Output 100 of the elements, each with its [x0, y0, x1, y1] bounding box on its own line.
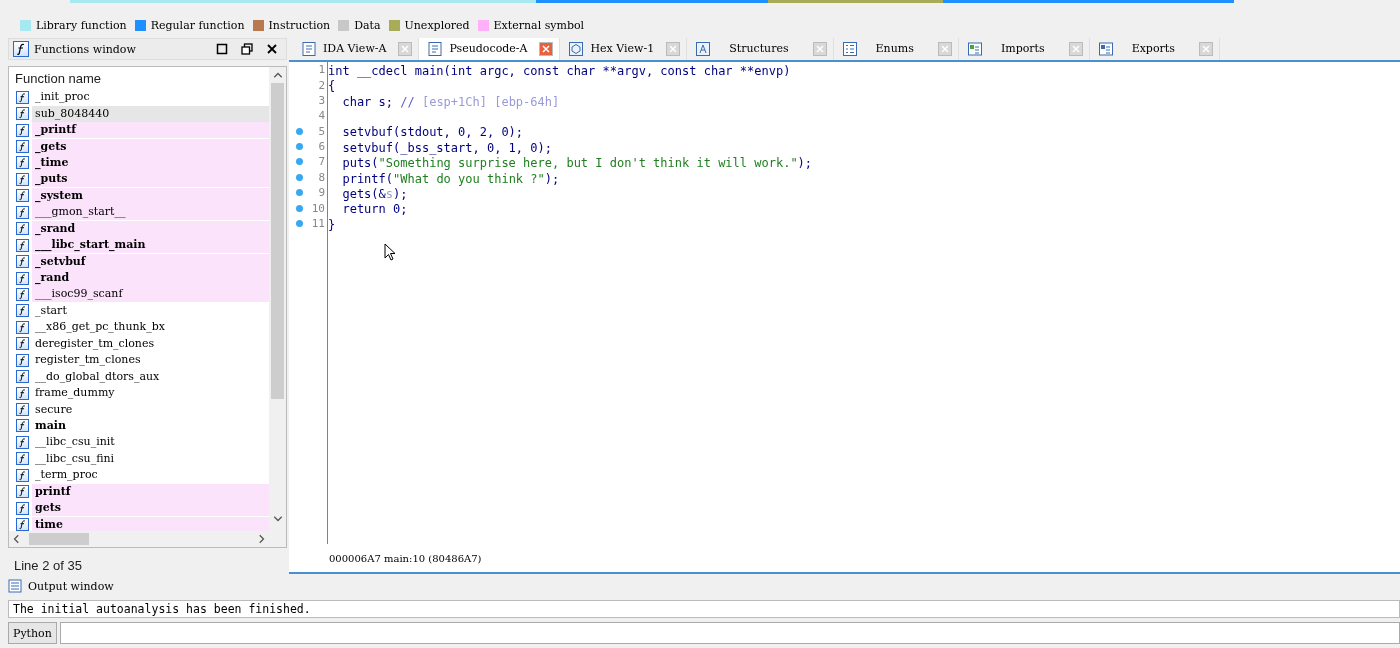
breakpoint-dot[interactable] [296, 143, 303, 151]
function-item[interactable]: _puts [32, 171, 269, 188]
function-icon [16, 140, 29, 154]
command-input[interactable] [59, 622, 1400, 644]
code-line: setvbuf(_bss_start, 0, 1, 0); [341, 140, 552, 155]
function-icon [16, 205, 29, 219]
function-item[interactable]: _printf [32, 122, 269, 139]
navigation-band[interactable] [70, 0, 1234, 3]
function-icon [16, 452, 29, 466]
function-item[interactable]: __libc_csu_fini [32, 450, 269, 467]
function-icon [16, 518, 29, 531]
function-icon [16, 287, 29, 301]
legend-label: Library function [36, 18, 127, 32]
line-number: 6 [318, 140, 325, 154]
legend-label: Instruction [268, 18, 331, 32]
breakpoint-dot[interactable] [296, 189, 303, 197]
code-line: printf("What do you think ?"); [341, 171, 560, 186]
line-number: 8 [318, 170, 325, 184]
function-icon [16, 320, 29, 334]
horizontal-scrollbar[interactable] [9, 531, 269, 547]
line-number: 5 [318, 124, 325, 138]
function-icon [16, 304, 29, 318]
function-item[interactable]: secure [32, 401, 269, 418]
letter-a-icon [695, 40, 712, 57]
breakpoint-dot[interactable] [296, 220, 303, 227]
tab[interactable]: Imports [958, 38, 1090, 60]
list-icon [841, 40, 858, 57]
tab[interactable]: Hex View-1 [560, 38, 688, 60]
function-item[interactable]: _rand [32, 270, 269, 287]
tab[interactable]: Enums [833, 38, 959, 60]
line-number: 9 [318, 186, 325, 200]
function-item[interactable]: ___libc_start_main [32, 237, 269, 254]
legend-label: Regular function [150, 18, 245, 32]
code-line: setvbuf(stdout, 0, 2, 0); [341, 125, 524, 140]
function-icon [16, 370, 29, 384]
maximize-icon[interactable] [216, 43, 228, 55]
function-icon [16, 501, 29, 515]
function-icon [16, 419, 29, 433]
function-item[interactable]: _start [32, 302, 269, 319]
function-item[interactable]: _term_proc [32, 467, 269, 484]
document-icon [966, 40, 983, 57]
function-item[interactable]: _init_proc [32, 89, 269, 106]
legend-label: Data [354, 18, 381, 32]
function-item[interactable]: __x86_get_pc_thunk_bx [32, 319, 269, 336]
function-item[interactable]: sub_8048440 [32, 105, 269, 122]
output-message: The initial autoanalysis has been finished. [13, 602, 311, 616]
document-icon [1097, 40, 1114, 57]
tab[interactable]: Exports [1089, 38, 1220, 60]
function-item[interactable]: _gets [32, 138, 269, 155]
line-number: 3 [318, 93, 325, 107]
scroll-right-icon[interactable] [256, 534, 266, 544]
code-line: return 0; [341, 202, 408, 217]
function-item[interactable]: deregister_tm_clones [32, 335, 269, 352]
line-status: Line 2 of 35 [13, 557, 83, 573]
document-icon [301, 40, 317, 57]
vertical-scrollbar[interactable] [269, 67, 286, 547]
scroll-down-icon[interactable] [272, 513, 283, 523]
line-number: 7 [318, 155, 325, 169]
function-icon [16, 156, 29, 170]
function-item[interactable]: _srand [32, 220, 269, 237]
legend-label: External symbol [493, 18, 585, 32]
function-item[interactable]: __libc_csu_init [32, 434, 269, 451]
function-item[interactable]: main [32, 417, 269, 434]
tab[interactable]: Structures [687, 38, 834, 60]
breakpoint-dot[interactable] [296, 158, 303, 166]
column-header[interactable]: Function name [9, 67, 269, 89]
close-icon[interactable] [266, 43, 278, 55]
scroll-left-icon[interactable] [12, 534, 22, 544]
tab[interactable]: IDA View-A [293, 38, 420, 60]
function-item[interactable]: gets [32, 500, 269, 517]
language-button[interactable]: Python [8, 622, 57, 644]
address-status: 000006A7 main:10 (80486A7) [329, 552, 482, 564]
restore-icon[interactable] [241, 43, 253, 55]
function-icon [16, 238, 29, 252]
function-icon [16, 271, 29, 285]
function-item[interactable]: ___gmon_start__ [32, 204, 269, 221]
breakpoint-dot[interactable] [296, 204, 303, 212]
tab[interactable]: Pseudocode-A [419, 38, 561, 60]
function-item[interactable]: ___isoc99_scanf [32, 286, 269, 303]
function-item[interactable]: __do_global_dtors_aux [32, 368, 269, 385]
function-icon [16, 107, 29, 121]
code-line: { [328, 79, 336, 94]
function-item[interactable]: frame_dummy [32, 385, 269, 402]
line-number: 4 [318, 109, 325, 123]
document-icon [427, 40, 444, 57]
function-icon [16, 337, 29, 351]
function-item[interactable]: printf [32, 483, 269, 500]
breakpoint-dot[interactable] [296, 173, 303, 181]
function-item[interactable]: time [32, 516, 269, 531]
panel-title: Output window [28, 579, 114, 593]
function-icon [16, 386, 29, 400]
function-icon [16, 468, 29, 482]
document-icon [8, 579, 22, 593]
legend-label: Unexplored [404, 18, 470, 32]
function-item[interactable]: _setvbuf [32, 253, 269, 270]
function-item[interactable]: register_tm_clones [32, 352, 269, 369]
function-item[interactable]: _system [32, 187, 269, 204]
code-line: char s; // [esp+1Ch] [ebp-64h] [341, 94, 560, 109]
breakpoint-dot[interactable] [296, 127, 303, 135]
function-icon [16, 189, 29, 203]
